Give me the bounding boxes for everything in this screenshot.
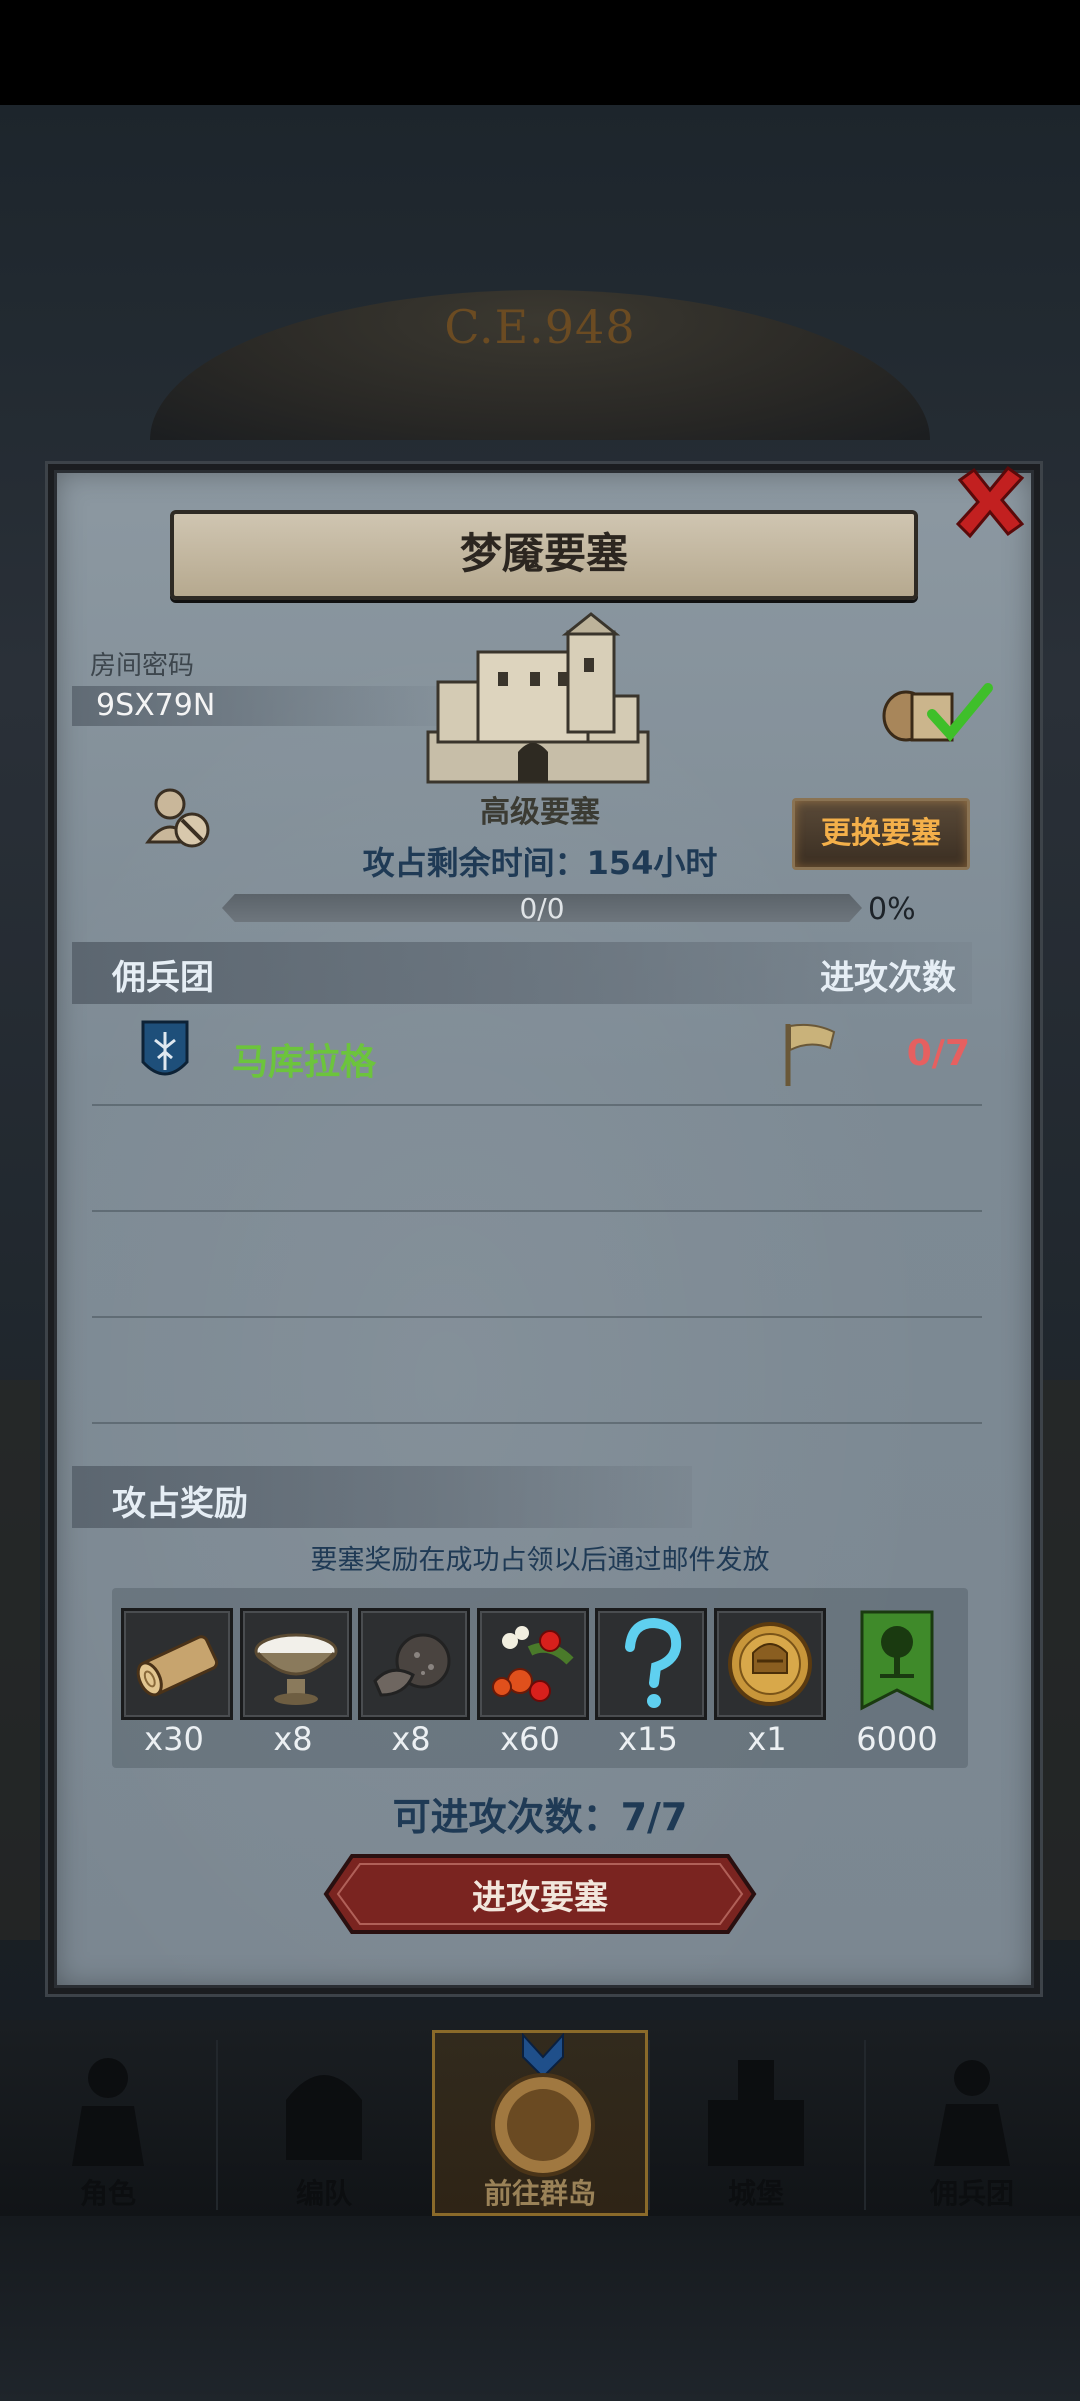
mercenary-name[interactable]: 马库拉格 bbox=[232, 1033, 376, 1085]
fortress-castle-icon bbox=[426, 612, 650, 784]
nav-tab-castle-label: 城堡 bbox=[727, 2177, 784, 2210]
nav-tab-mercenary-label: 佣兵团 bbox=[929, 2177, 1014, 2210]
attack-fortress-label: 进攻要塞 bbox=[472, 1878, 608, 1918]
wood-log-icon[interactable] bbox=[121, 1608, 233, 1720]
attacks-column-title: 进攻次数 bbox=[820, 958, 956, 998]
character-knight-icon bbox=[72, 2058, 144, 2166]
capture-progress-text: 0/0 bbox=[519, 892, 565, 925]
bottom-safe-area bbox=[0, 2216, 1080, 2401]
close-icon[interactable] bbox=[950, 462, 1030, 542]
flag-icon bbox=[785, 1023, 836, 1086]
room-code-value: 9SX79N bbox=[96, 688, 216, 723]
rewards-note: 要塞奖励在成功占领以后通过邮件发放 bbox=[310, 1545, 770, 1576]
fortress-grade: 高级要塞 bbox=[480, 795, 600, 830]
reward-qty: x30 bbox=[144, 1720, 204, 1758]
era-label: C.E.948 bbox=[444, 300, 636, 354]
change-fortress-button[interactable]: 更换要塞 bbox=[792, 798, 970, 870]
nav-tab-islands-label: 前往群岛 bbox=[483, 2177, 596, 2210]
status-bar-area bbox=[0, 0, 1080, 105]
blocked-user-icon[interactable] bbox=[144, 786, 214, 852]
reward-qty: 6000 bbox=[856, 1720, 938, 1758]
truffle-icon[interactable] bbox=[358, 1608, 470, 1720]
milk-bowl-icon[interactable] bbox=[240, 1608, 352, 1720]
islands-compass-icon bbox=[491, 2033, 595, 2177]
rewards-section-title: 攻占奖励 bbox=[112, 1484, 248, 1524]
helmet-coin-icon[interactable] bbox=[714, 1608, 826, 1720]
guild-shield-icon bbox=[141, 1020, 189, 1076]
room-code-label: 房间密码 bbox=[90, 651, 195, 681]
available-attacks: 可进攻次数：7/7 bbox=[392, 1795, 688, 1839]
reward-qty: x1 bbox=[747, 1720, 787, 1758]
nav-tab-formation-label: 编队 bbox=[295, 2177, 352, 2210]
list-divider bbox=[92, 1316, 982, 1318]
reward-qty: x15 bbox=[618, 1720, 678, 1758]
mercenary-attack-count: 0/7 bbox=[906, 1033, 970, 1074]
mystery-question-icon[interactable] bbox=[595, 1608, 707, 1720]
tree-banner-icon[interactable] bbox=[856, 1608, 938, 1714]
berries-icon[interactable] bbox=[477, 1608, 589, 1720]
change-fortress-label: 更换要塞 bbox=[821, 816, 941, 851]
castle-nav-icon bbox=[708, 2060, 804, 2166]
rewards-claimed-icon bbox=[882, 683, 993, 742]
reward-qty: x8 bbox=[391, 1720, 431, 1758]
reward-qty: x8 bbox=[273, 1720, 313, 1758]
capture-progress-percent: 0% bbox=[868, 892, 916, 927]
formation-helmet-icon bbox=[286, 2075, 362, 2160]
mercenary-section-title: 佣兵团 bbox=[112, 958, 214, 998]
mercenary-nav-icon bbox=[934, 2060, 1010, 2166]
list-divider bbox=[92, 1422, 982, 1424]
right-side-decoration bbox=[1040, 1380, 1080, 1940]
list-divider bbox=[92, 1210, 982, 1212]
reward-qty: x60 bbox=[500, 1720, 560, 1758]
left-side-decoration bbox=[0, 1380, 40, 1940]
nav-tab-character-label: 角色 bbox=[79, 2177, 136, 2210]
dialog-title: 梦魇要塞 bbox=[459, 529, 628, 578]
capture-time-remaining: 攻占剩余时间：154小时 bbox=[362, 844, 718, 882]
list-divider bbox=[92, 1104, 982, 1106]
